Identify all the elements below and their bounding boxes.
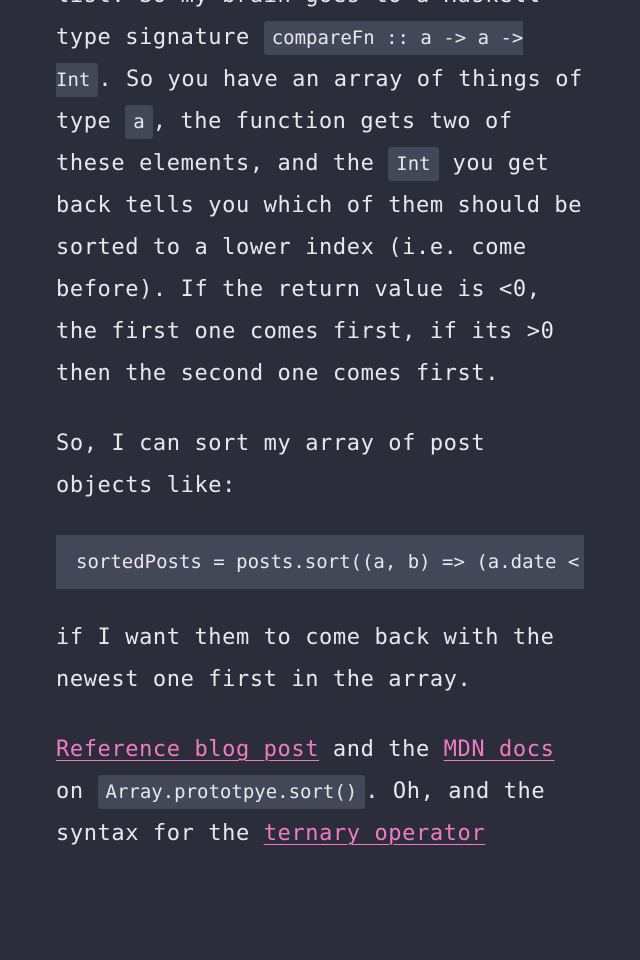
inline-code-type-a: a — [125, 105, 153, 139]
code-block[interactable]: sortedPosts = posts.sort((a, b) => (a.da… — [56, 535, 584, 589]
paragraph-newest-first: if I want them to come back with the new… — [56, 625, 555, 692]
article-body: list. So my brain goes to a Haskell type… — [0, 0, 640, 855]
mdn-docs-link[interactable]: MDN docs — [444, 737, 555, 762]
reference-blog-post-link[interactable]: Reference blog post — [56, 737, 319, 762]
paragraph-text: you get back tells you which of them sho… — [56, 151, 583, 386]
paragraph-sort-intro: So, I can sort my array of post objects … — [56, 431, 486, 498]
code-block-content: sortedPosts = posts.sort((a, b) => (a.da… — [76, 551, 580, 573]
ternary-operator-link[interactable]: ternary operator — [264, 821, 486, 846]
paragraph-text: on — [56, 779, 98, 804]
inline-code-int: Int — [388, 147, 439, 181]
paragraph-references: Reference blog post and the MDN docs on … — [56, 729, 584, 855]
paragraph-compare-fn: list. So my brain goes to a Haskell type… — [56, 0, 584, 395]
inline-code-array-sort: Array.prototpye.sort() — [97, 775, 366, 809]
paragraph-text: and the — [319, 737, 444, 762]
